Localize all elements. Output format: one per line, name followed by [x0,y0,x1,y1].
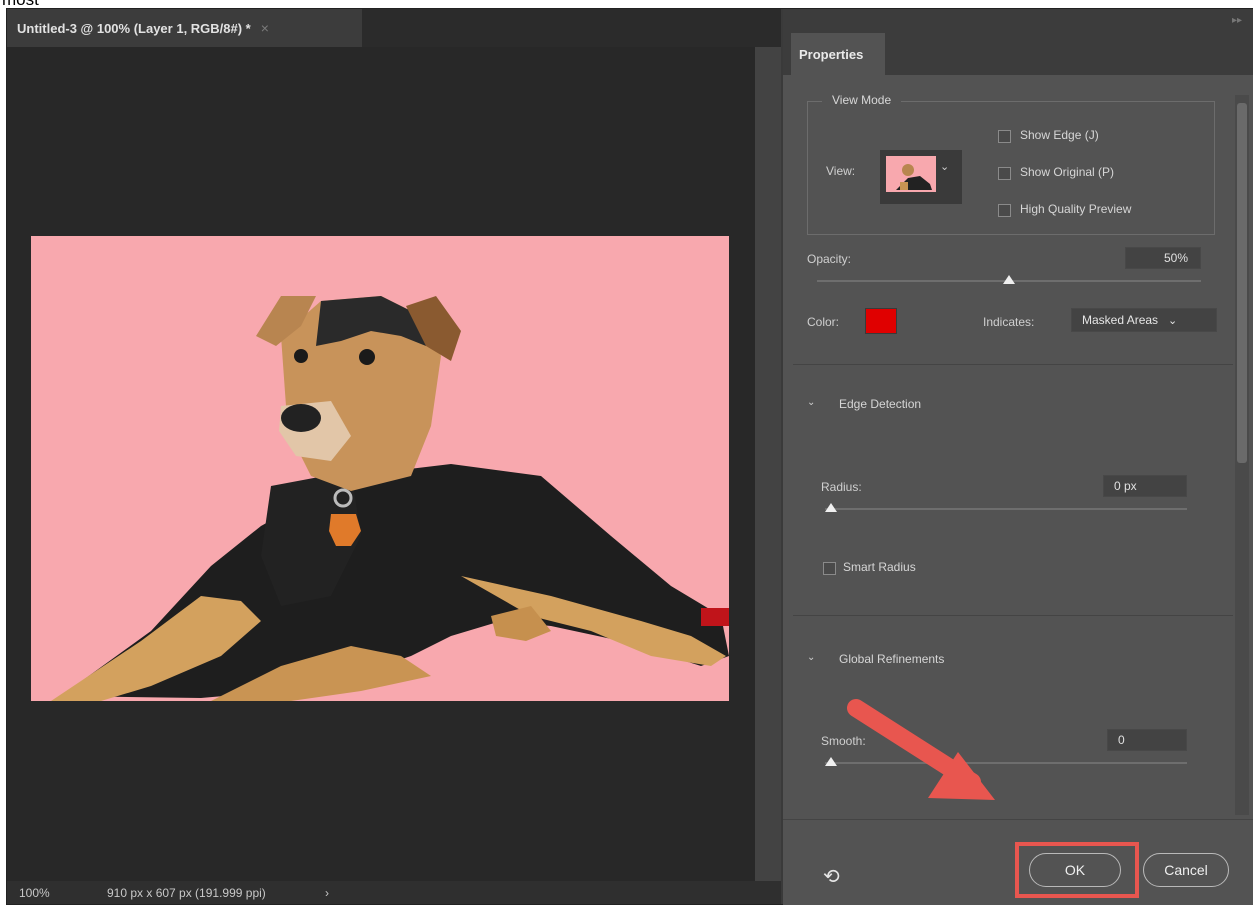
chevron-down-icon: ⌄ [1168,314,1178,327]
show-edge-checkbox[interactable] [998,130,1011,143]
photoshop-window: Untitled-3 @ 100% (Layer 1, RGB/8#) * × [6,8,1253,905]
indicates-label: Indicates: [983,315,1035,329]
show-original-label: Show Original (P) [1020,165,1115,179]
smooth-label: Smooth: [821,734,866,748]
dog-image [31,236,729,701]
smart-radius-label: Smart Radius [843,560,916,574]
color-label: Color: [807,315,840,329]
panel-footer: ⟲ OK Cancel [783,819,1253,905]
panel-scrollbar[interactable] [1235,95,1249,815]
view-mode-dropdown[interactable]: ⌄ [880,150,962,204]
opacity-label: Opacity: [807,252,852,266]
high-quality-preview-checkbox[interactable] [998,204,1011,217]
ok-button[interactable]: OK [1029,853,1121,887]
panel-scroll-thumb[interactable] [1237,103,1247,463]
canvas-vertical-scrollbar[interactable] [755,47,781,881]
document-tab-title: Untitled-3 @ 100% (Layer 1, RGB/8#) * [17,20,251,36]
status-menu-arrow-icon[interactable]: › [325,886,329,900]
show-original-checkbox[interactable] [998,167,1011,180]
view-mode-legend: View Mode [822,93,902,107]
radius-input[interactable]: 0 px [1103,475,1187,497]
tab-properties[interactable]: Properties [791,33,885,75]
radius-slider-handle[interactable] [825,503,837,512]
radius-label: Radius: [821,480,862,494]
show-edge-label: Show Edge (J) [1020,128,1099,142]
properties-panel: Properties ▸▸ View Mode View: ⌄ Show Edg… [781,9,1253,905]
chevron-down-icon[interactable]: ⌄ [807,652,815,663]
indicates-value: Masked Areas [1082,313,1159,327]
edge-detection-title[interactable]: Edge Detection [839,397,921,411]
status-bar-content: 100% 910 px x 607 px (191.999 ppi) › [7,881,329,904]
indicates-dropdown[interactable]: Masked Areas ⌄ [1071,308,1217,332]
document-tab[interactable]: Untitled-3 @ 100% (Layer 1, RGB/8#) * × [7,9,362,47]
opacity-slider-handle[interactable] [1003,275,1015,284]
section-divider [793,615,1233,616]
radius-slider-track[interactable] [825,508,1187,510]
document-dimensions: 910 px x 607 px (191.999 ppi) [107,885,266,900]
panel-header: Properties ▸▸ [783,9,1253,75]
global-refinements-title[interactable]: Global Refinements [839,652,944,666]
chevron-down-icon: ⌄ [940,160,950,173]
chevron-down-icon[interactable]: ⌄ [807,397,815,408]
smooth-input[interactable]: 0 [1107,729,1187,751]
smooth-slider-handle[interactable] [825,757,837,766]
section-divider [793,364,1233,365]
close-icon[interactable]: × [261,20,269,36]
reset-icon[interactable]: ⟲ [823,864,840,888]
mask-color-swatch[interactable] [865,308,897,334]
opacity-input[interactable]: 50% [1125,247,1201,269]
view-thumbnail [886,156,936,192]
view-mode-group: View Mode View: ⌄ Show Edge (J) Show Ori… [807,93,1215,235]
panel-grip-icon[interactable]: ▸▸ [1232,15,1242,26]
zoom-level[interactable]: 100% [7,886,77,900]
cancel-button[interactable]: Cancel [1143,853,1229,887]
high-quality-preview-label: High Quality Preview [1020,202,1132,216]
smooth-slider-track[interactable] [825,762,1187,764]
view-label: View: [826,164,856,178]
document-tab-bar: Untitled-3 @ 100% (Layer 1, RGB/8#) * × [7,9,781,47]
smart-radius-checkbox[interactable] [823,562,836,575]
